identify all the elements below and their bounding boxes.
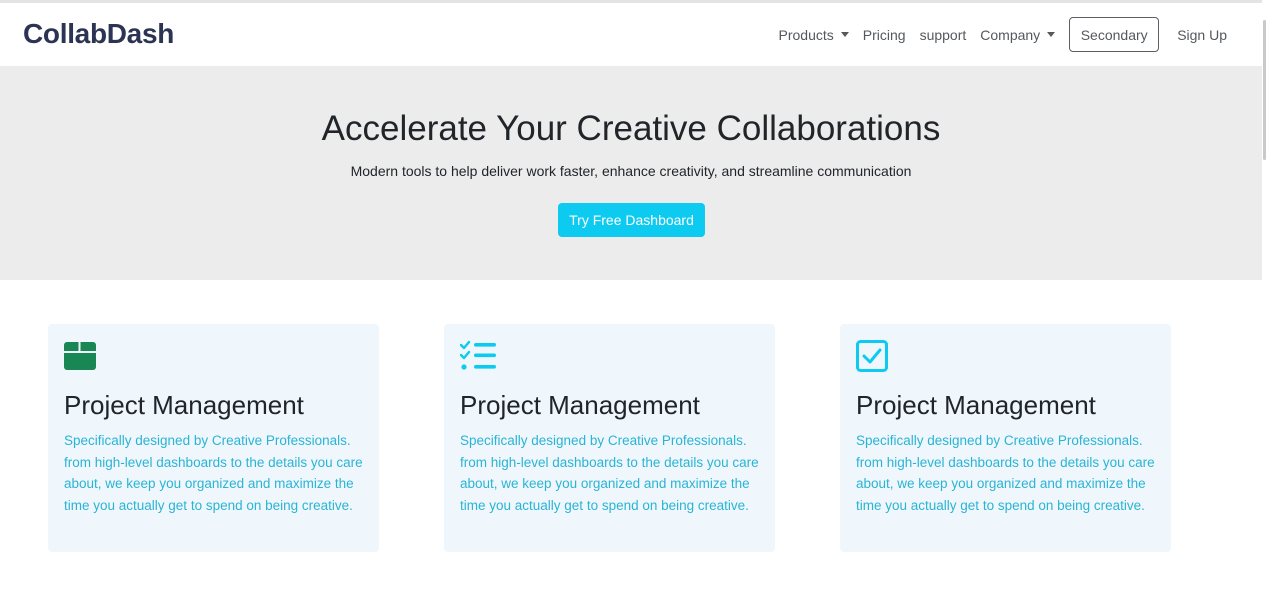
chevron-down-icon [1047, 32, 1056, 37]
signup-link[interactable]: Sign Up [1170, 27, 1234, 43]
feature-card: Project Management Specifically designed… [444, 324, 775, 552]
secondary-button[interactable]: Secondary [1069, 17, 1160, 52]
nav-support-link[interactable]: support [913, 27, 974, 43]
nav-pricing-link[interactable]: Pricing [856, 27, 913, 43]
navbar: CollabDash Products Pricing support Comp… [0, 3, 1262, 66]
feature-card: Project Management Specifically designed… [840, 324, 1171, 552]
box-icon [64, 342, 96, 370]
nav-products-label: Products [778, 26, 834, 43]
scrollbar-thumb[interactable] [1263, 20, 1266, 160]
checklist-icon [460, 340, 496, 370]
feature-card: Project Management Specifically designed… [48, 324, 379, 552]
nav-company-dropdown[interactable]: Company [973, 27, 1062, 43]
card-title: Project Management [856, 390, 1096, 420]
card-title: Project Management [64, 390, 304, 420]
nav-company-label: Company [980, 26, 1041, 43]
card-title: Project Management [460, 390, 700, 420]
card-description: Specifically designed by Creative Profes… [856, 433, 1155, 513]
nav-menu: Products Pricing support Company Seconda… [772, 17, 1234, 52]
hero-section: Accelerate Your Creative Collaborations … [0, 66, 1262, 280]
scrollbar[interactable] [1262, 0, 1268, 593]
brand-logo[interactable]: CollabDash [23, 18, 174, 50]
card-description: Specifically designed by Creative Profes… [64, 433, 363, 513]
hero-title: Accelerate Your Creative Collaborations [321, 109, 941, 148]
nav-products-dropdown[interactable]: Products [772, 27, 856, 43]
hero-subtitle: Modern tools to help deliver work faster… [350, 163, 912, 179]
card-description: Specifically designed by Creative Profes… [460, 433, 759, 513]
check-square-icon [856, 340, 888, 372]
chevron-down-icon [840, 32, 849, 37]
try-free-dashboard-button[interactable]: Try Free Dashboard [558, 203, 705, 237]
